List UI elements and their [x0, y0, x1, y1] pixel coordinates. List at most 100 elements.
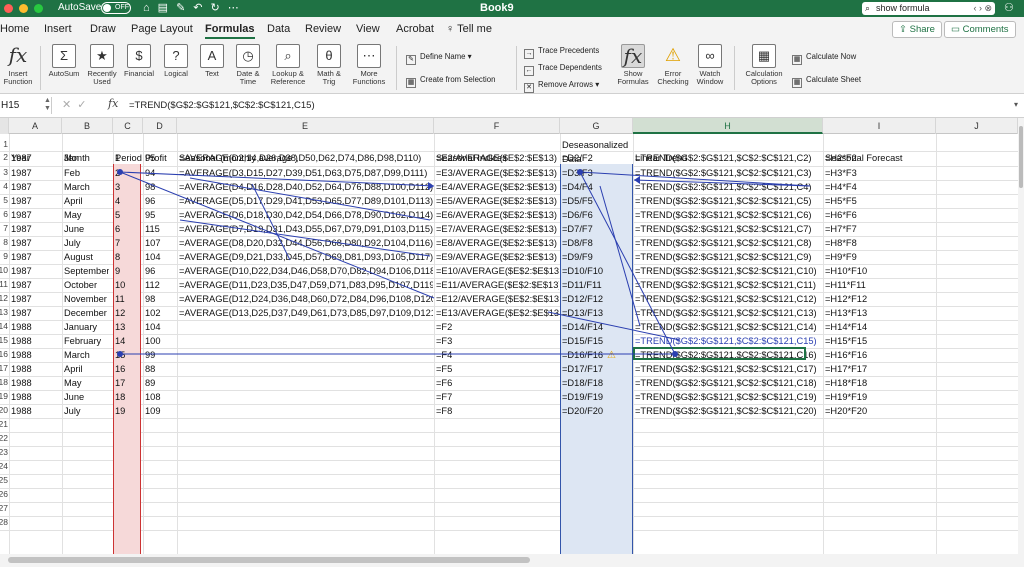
cell-b17[interactable]: April	[64, 364, 83, 374]
cell-d5[interactable]: 96	[145, 196, 155, 206]
cell-d16[interactable]: 99	[145, 350, 155, 360]
row-header[interactable]: 23	[0, 447, 8, 457]
tab-draw[interactable]: Draw	[90, 23, 116, 35]
cell-h2[interactable]: =TREND($G$2:$G$121,$C$2:$C$121,C2)	[635, 153, 811, 163]
remove-arrows-button[interactable]: ✕ Remove Arrows ▾	[524, 80, 599, 93]
cell-d8[interactable]: 107	[145, 238, 161, 248]
cell-g11[interactable]: =D11/F11	[562, 280, 602, 290]
insert-function-button[interactable]: fx Insert Function	[2, 44, 34, 86]
cell-e13[interactable]: =AVERAGE(D13,D25,D37,D49,D61,D73,D85,D97…	[179, 308, 433, 318]
save-icon[interactable]: ▤	[158, 2, 176, 14]
row-header[interactable]: 17	[0, 363, 8, 373]
cell-a5[interactable]: 1987	[11, 196, 32, 206]
cell-f17[interactable]: =F5	[436, 364, 452, 374]
cell-f20[interactable]: =F8	[436, 406, 452, 416]
cell-g2[interactable]: =D2/F2	[562, 153, 593, 163]
cell-f2[interactable]: =E2/AVERAGE($E$2:$E$13)	[436, 153, 557, 163]
row-header[interactable]: 18	[0, 377, 8, 387]
cell-d6[interactable]: 95	[145, 210, 155, 220]
cell-g15[interactable]: =D15/F15	[562, 336, 603, 346]
row-header[interactable]: 11	[0, 279, 8, 289]
row-header[interactable]: 2	[0, 152, 8, 162]
cell-i9[interactable]: =H9*F9	[825, 252, 857, 262]
cell-g10[interactable]: =D10/F10	[562, 266, 603, 276]
column-header-e[interactable]: E	[177, 118, 434, 134]
cell-a8[interactable]: 1987	[11, 238, 32, 248]
cell-a6[interactable]: 1987	[11, 210, 32, 220]
column-header-j[interactable]: J	[936, 118, 1018, 134]
search-nav[interactable]: ‹ › ⊗	[973, 2, 992, 15]
cell-d2[interactable]: 95	[145, 153, 155, 163]
cell-g7[interactable]: =D7/F7	[562, 224, 593, 234]
row-header[interactable]: 19	[0, 391, 8, 401]
cell-f19[interactable]: =F7	[436, 392, 452, 402]
cell-i12[interactable]: =H12*F12	[825, 294, 867, 304]
cell-c13[interactable]: 12	[115, 308, 125, 318]
row-header[interactable]: 25	[0, 475, 8, 485]
cell-b3[interactable]: Feb	[64, 168, 80, 178]
zoom-window-button[interactable]	[34, 4, 43, 13]
cell-g4[interactable]: =D4/F4	[562, 182, 593, 192]
cell-h20[interactable]: =TREND($G$2:$G$121,$C$2:$C$121,C20)	[635, 406, 817, 416]
cell-e3[interactable]: =AVERAGE(D3,D15,D27,D39,D51,D63,D75,D87,…	[179, 168, 427, 178]
error-checking-button[interactable]: ⚠ Error Checking	[654, 44, 692, 86]
autosave-toggle[interactable]: OFF	[101, 2, 131, 14]
cell-h11[interactable]: =TREND($G$2:$G$121,$C$2:$C$121,C11)	[635, 280, 816, 290]
row-header[interactable]: 16	[0, 349, 8, 359]
cancel-icon[interactable]: ✕	[62, 99, 77, 111]
calculation-options-button[interactable]: ▦ Calculation Options	[740, 44, 788, 86]
cell-e4[interactable]: =AVERAGE(D4,D16,D28,D40,D52,D64,D76,D88,…	[179, 182, 433, 192]
cell-h18[interactable]: =TREND($G$2:$G$121,$C$2:$C$121,C18)	[635, 378, 817, 388]
cell-b9[interactable]: August	[64, 252, 93, 262]
cell-c17[interactable]: 16	[115, 364, 125, 374]
watch-window-button[interactable]: ∞ Watch Window	[692, 44, 728, 86]
cell-c2[interactable]: 1	[115, 153, 120, 163]
cell-b6[interactable]: May	[64, 210, 82, 220]
text-button[interactable]: A Text	[196, 44, 228, 78]
minimize-window-button[interactable]	[19, 4, 28, 13]
account-icon[interactable]: ⚇	[1004, 1, 1014, 14]
cell-f4[interactable]: =E4/AVERAGE($E$2:$E$13)	[436, 182, 557, 192]
cell-b7[interactable]: June	[64, 224, 84, 234]
scroll-thumb[interactable]	[8, 557, 530, 563]
cell-d19[interactable]: 108	[145, 392, 161, 402]
cell-c18[interactable]: 17	[115, 378, 125, 388]
cell-b4[interactable]: March	[64, 182, 90, 192]
cell-e8[interactable]: =AVERAGE(D8,D20,D32,D44,D56,D68,D80,D92,…	[179, 238, 433, 248]
cell-h4[interactable]: =TREND($G$2:$G$121,$C$2:$C$121,C4)	[635, 182, 811, 192]
undo-icon[interactable]: ↶	[193, 2, 210, 14]
cell-e5[interactable]: =AVERAGE(D5,D17,D29,D41,D53,D65,D77,D89,…	[179, 196, 433, 206]
cell-e12[interactable]: =AVERAGE(D12,D24,D36,D48,D60,D72,D84,D96…	[179, 294, 433, 304]
tab-tell-me[interactable]: ♀ Tell me	[446, 23, 492, 35]
cell-g14[interactable]: =D14/F14	[562, 322, 603, 332]
cell-a18[interactable]: 1988	[11, 378, 32, 388]
select-all-button[interactable]	[0, 118, 9, 134]
cell-c8[interactable]: 7	[115, 238, 120, 248]
cell-i19[interactable]: =H19*F19	[825, 392, 867, 402]
define-name-button[interactable]: ✎ Define Name ▾	[406, 52, 472, 65]
scroll-thumb[interactable]	[1019, 126, 1023, 188]
cell-f10[interactable]: =E10/AVERAGE($E$2:$E$13)	[436, 266, 559, 276]
cell-c15[interactable]: 14	[115, 336, 125, 346]
cell-i8[interactable]: =H8*F8	[825, 238, 857, 248]
cell-b16[interactable]: March	[64, 350, 90, 360]
cell-e2[interactable]: =AVERAGE(D2,14,D26,D38,D50,D62,D74,D86,D…	[179, 153, 421, 163]
calculate-now-button[interactable]: ▦ Calculate Now	[792, 52, 856, 65]
row-header[interactable]: 15	[0, 335, 8, 345]
cell-a15[interactable]: 1988	[11, 336, 32, 346]
cell-f6[interactable]: =E6/AVERAGE($E$2:$E$13)	[436, 210, 557, 220]
cell-f16[interactable]: =F4	[436, 350, 452, 360]
tab-insert[interactable]: Insert	[44, 23, 72, 35]
cell-a3[interactable]: 1987	[11, 168, 32, 178]
cell-d13[interactable]: 102	[145, 308, 161, 318]
cell-b15[interactable]: February	[64, 336, 101, 346]
row-header[interactable]: 7	[0, 223, 8, 233]
cell-i20[interactable]: =H20*F20	[825, 406, 867, 416]
cell-d15[interactable]: 100	[145, 336, 161, 346]
cell-d3[interactable]: 94	[145, 168, 155, 178]
cell-a16[interactable]: 1988	[11, 350, 32, 360]
cell-i6[interactable]: =H6*F6	[825, 210, 857, 220]
cell-c3[interactable]: 2	[115, 168, 120, 178]
cell-i16[interactable]: =H16*F16	[825, 350, 867, 360]
cell-g18[interactable]: =D18/F18	[562, 378, 603, 388]
